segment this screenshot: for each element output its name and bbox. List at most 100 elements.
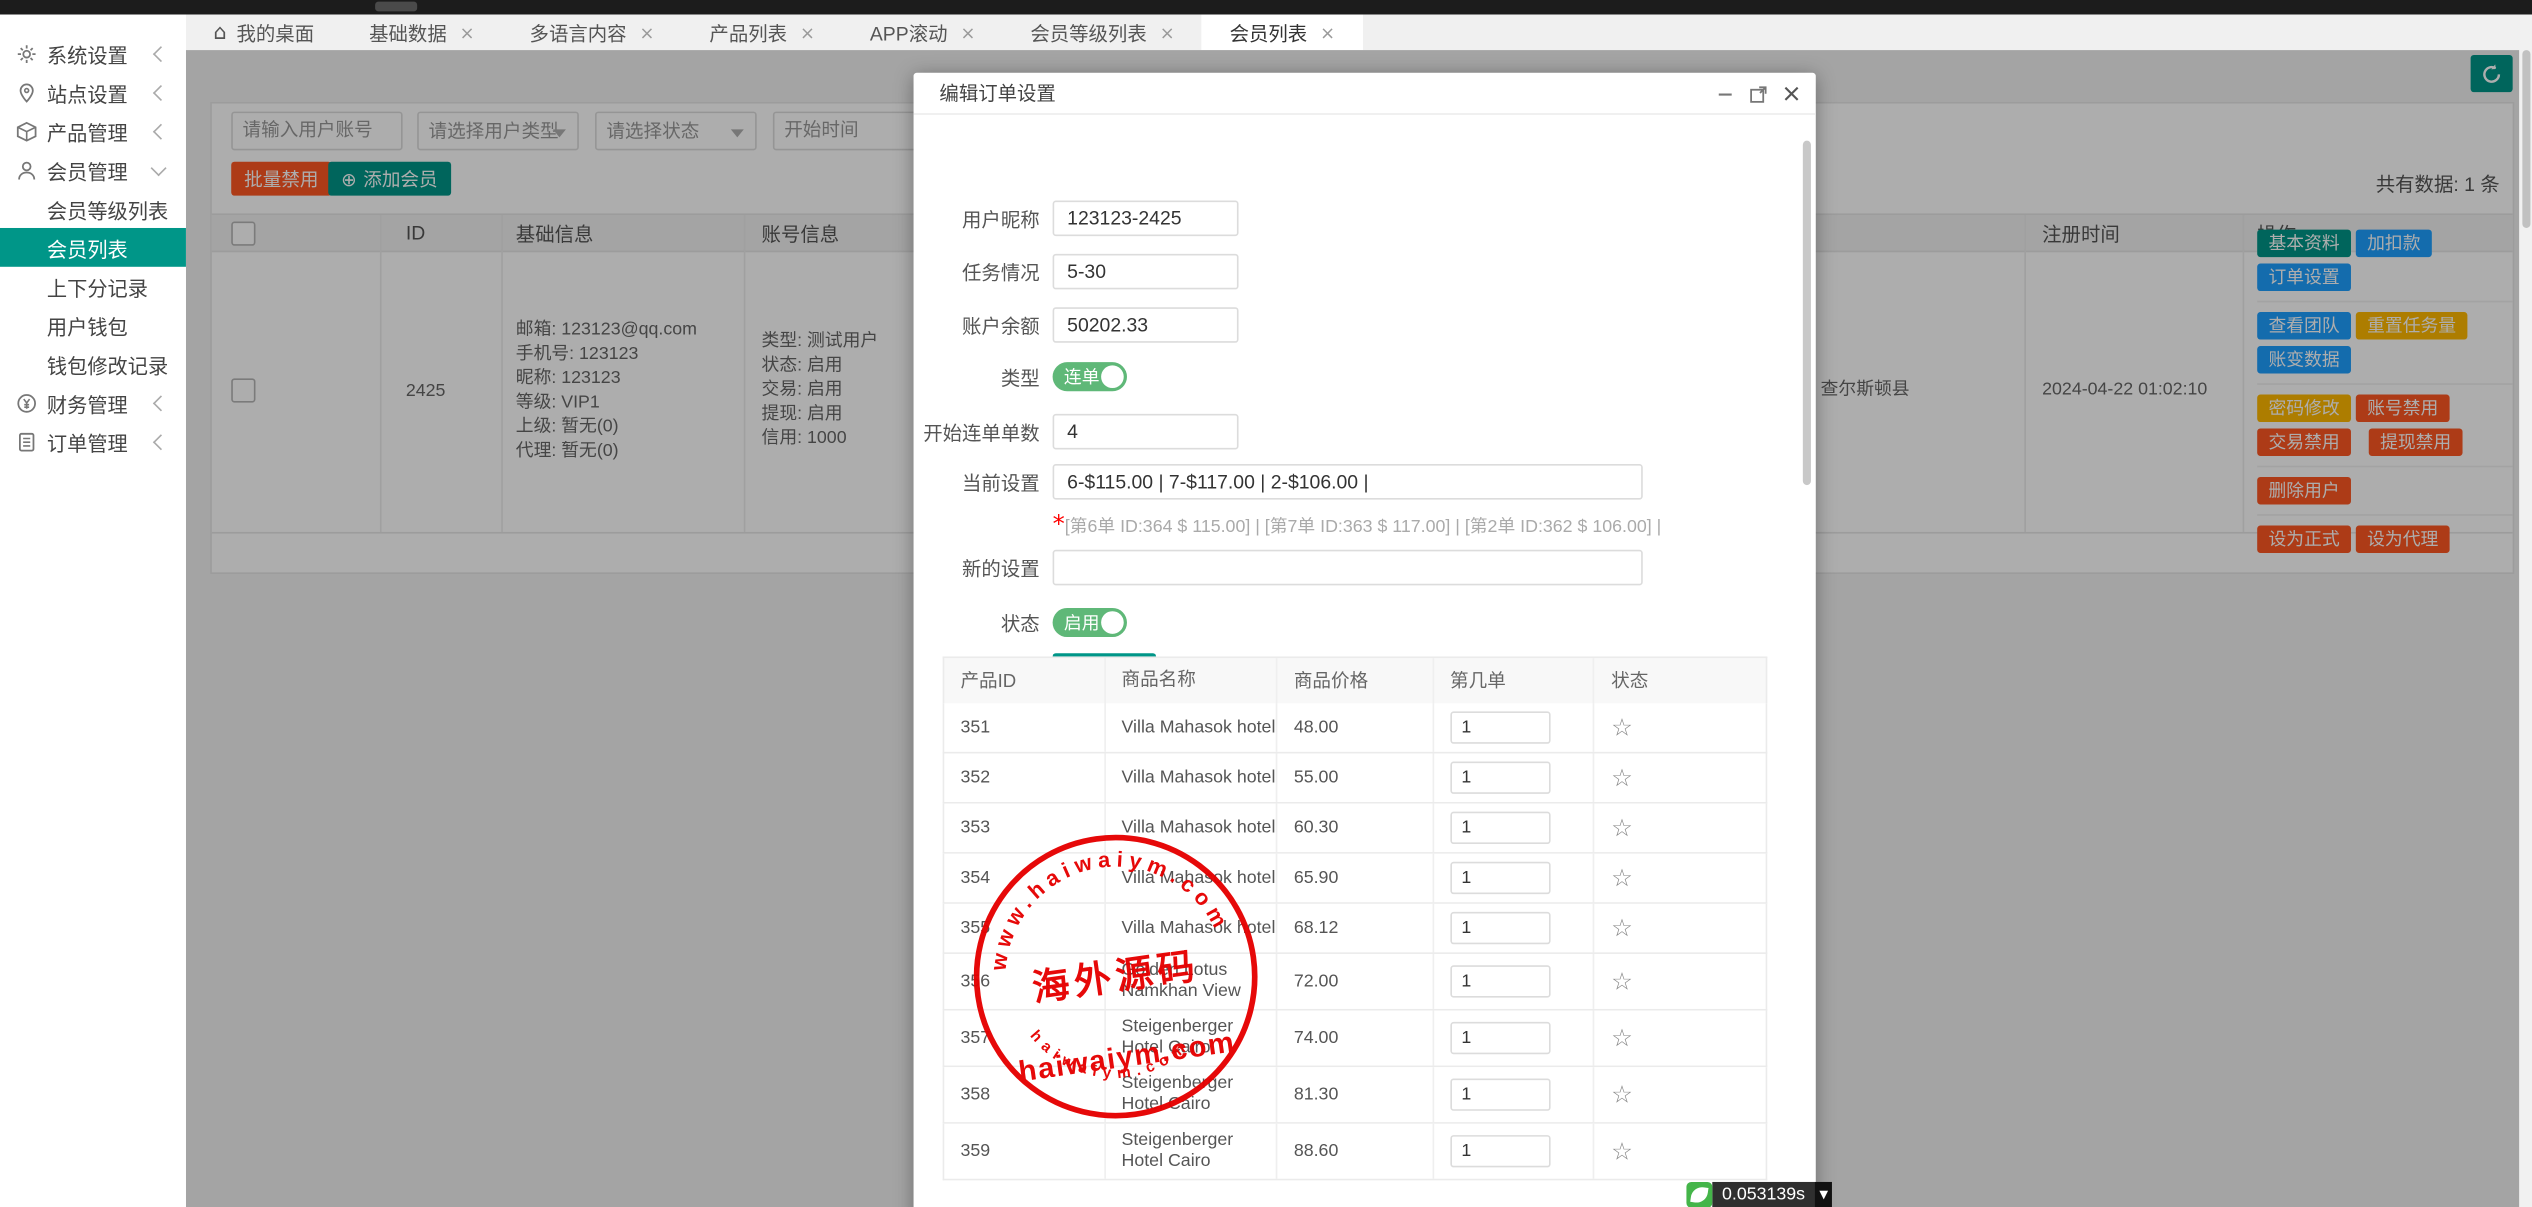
- sidebar-item-label: 订单管理: [47, 426, 128, 457]
- product-id: 356: [944, 954, 1105, 1009]
- hint-text: [第6单 ID:364 $ 115.00] | [第7单 ID:363 $ 11…: [1065, 517, 1662, 536]
- close-icon[interactable]: ×: [640, 22, 655, 43]
- chain-order-toggle[interactable]: 连单: [1053, 362, 1127, 391]
- order-number-input[interactable]: [1450, 1135, 1550, 1167]
- current-setting-label: 当前设置: [914, 468, 1040, 495]
- tab-member-level-list[interactable]: 会员等级列表 ×: [1003, 15, 1202, 51]
- star-icon[interactable]: ☆: [1611, 1137, 1633, 1166]
- list-icon: [16, 431, 37, 452]
- tab-bar: ⌂ 我的桌面 基础数据 × 多语言内容 × 产品列表 × APP滚动 × 会员等…: [186, 15, 2532, 52]
- type-row: 类型 连单: [914, 362, 1127, 391]
- product-id: 354: [944, 854, 1105, 903]
- toggle-knob: [1101, 365, 1124, 388]
- sidebar-item-member-list[interactable]: 会员列表: [0, 228, 186, 267]
- product-table: 产品ID 商品名称 商品价格 第几单 状态 351 Villa Mahasok …: [943, 656, 1768, 1180]
- product-row: 358 Steigenberger Hotel Cairo 81.30 ☆: [943, 1067, 1768, 1124]
- chevron-left-icon: [153, 84, 169, 100]
- sidebar: 系统设置 站点设置 产品管理 会员管理: [0, 15, 186, 1207]
- col-product-name: 商品名称: [1105, 658, 1277, 703]
- sidebar-item-product-management[interactable]: 产品管理: [0, 112, 186, 151]
- sidebar-item-member-management[interactable]: 会员管理: [0, 150, 186, 189]
- tab-label: 产品列表: [709, 19, 787, 46]
- nickname-row: 用户昵称: [914, 200, 1239, 236]
- product-name: Golden Lotus Namkhan View: [1105, 954, 1277, 1009]
- order-number-input[interactable]: [1450, 862, 1550, 894]
- star-icon[interactable]: ☆: [1611, 1023, 1633, 1052]
- tab-multilang-content[interactable]: 多语言内容 ×: [502, 15, 682, 51]
- minimize-icon[interactable]: [1717, 86, 1733, 102]
- caret-down-icon[interactable]: ▼: [1815, 1182, 1833, 1207]
- sidebar-item-system-settings[interactable]: 系统设置: [0, 34, 186, 73]
- balance-label: 账户余额: [914, 311, 1040, 338]
- product-price: 65.90: [1278, 854, 1434, 903]
- sidebar-item-member-level-list[interactable]: 会员等级列表: [0, 189, 186, 228]
- hint-asterisk: *: [1053, 509, 1065, 538]
- tab-basic-data[interactable]: 基础数据 ×: [342, 15, 502, 51]
- new-setting-label: 新的设置: [914, 554, 1040, 581]
- fullscreen-icon[interactable]: [1749, 85, 1767, 103]
- star-icon[interactable]: ☆: [1611, 713, 1633, 742]
- close-icon[interactable]: ×: [800, 22, 815, 43]
- star-icon[interactable]: ☆: [1611, 863, 1633, 892]
- sidebar-item-finance-management[interactable]: 财务管理: [0, 383, 186, 422]
- chevron-left-icon: [153, 395, 169, 411]
- product-price: 72.00: [1278, 954, 1434, 1009]
- close-icon[interactable]: ×: [1320, 22, 1335, 43]
- star-icon[interactable]: ☆: [1611, 967, 1633, 996]
- order-number-input[interactable]: [1450, 912, 1550, 944]
- order-number-input[interactable]: [1450, 1022, 1550, 1054]
- tab-member-list[interactable]: 会员列表 ×: [1202, 15, 1362, 51]
- current-setting-input[interactable]: [1053, 464, 1643, 500]
- status-toggle[interactable]: 启用: [1053, 608, 1127, 637]
- product-name: Villa Mahasok hotel: [1105, 854, 1277, 903]
- star-icon[interactable]: ☆: [1611, 1080, 1633, 1109]
- sidebar-item-user-wallet[interactable]: 用户钱包: [0, 306, 186, 345]
- product-id: 359: [944, 1124, 1105, 1179]
- page-scrollbar-thumb[interactable]: [2522, 50, 2530, 228]
- sidebar-item-label: 会员管理: [47, 154, 128, 185]
- col-product-id: 产品ID: [944, 658, 1105, 703]
- new-setting-row: 新的设置: [914, 550, 1643, 586]
- product-price: 55.00: [1278, 753, 1434, 802]
- tab-label: 多语言内容: [530, 19, 627, 46]
- task-input[interactable]: [1053, 254, 1239, 290]
- star-icon[interactable]: ☆: [1611, 763, 1633, 792]
- order-number-input[interactable]: [1450, 812, 1550, 844]
- product-name: Villa Mahasok hotel: [1105, 904, 1277, 953]
- sidebar-item-label: 财务管理: [47, 387, 128, 418]
- tab-app-scroll[interactable]: APP滚动 ×: [842, 15, 1002, 51]
- nickname-input[interactable]: [1053, 200, 1239, 236]
- order-number-input[interactable]: [1450, 762, 1550, 794]
- star-icon[interactable]: ☆: [1611, 914, 1633, 943]
- product-name: Steigenberger Hotel Cairo: [1105, 1067, 1277, 1122]
- sidebar-item-updown-records[interactable]: 上下分记录: [0, 267, 186, 306]
- status-label: 状态: [914, 609, 1040, 636]
- tab-product-list[interactable]: 产品列表 ×: [682, 15, 842, 51]
- product-row: 359 Steigenberger Hotel Cairo 88.60 ☆: [943, 1124, 1768, 1181]
- sidebar-item-wallet-change-records[interactable]: 钱包修改记录: [0, 344, 186, 383]
- balance-input[interactable]: [1053, 307, 1239, 343]
- close-icon[interactable]: ×: [960, 22, 975, 43]
- task-row: 任务情况: [914, 254, 1239, 290]
- gear-icon: [16, 43, 37, 64]
- order-number-input[interactable]: [1450, 711, 1550, 743]
- product-id: 355: [944, 904, 1105, 953]
- tab-my-desktop[interactable]: ⌂ 我的桌面: [186, 15, 342, 51]
- close-icon[interactable]: ×: [1160, 22, 1175, 43]
- start-count-input[interactable]: [1053, 414, 1239, 450]
- product-row: 351 Villa Mahasok hotel 48.00 ☆: [943, 703, 1768, 753]
- thinkphp-leaf-icon[interactable]: [1686, 1182, 1712, 1207]
- star-icon[interactable]: ☆: [1611, 813, 1633, 842]
- order-number-input[interactable]: [1450, 1078, 1550, 1110]
- sidebar-item-order-management[interactable]: 订单管理: [0, 422, 186, 461]
- page-scrollbar[interactable]: [2519, 15, 2532, 1207]
- sidebar-item-site-settings[interactable]: 站点设置: [0, 73, 186, 112]
- modal-scrollbar-thumb[interactable]: [1803, 141, 1811, 485]
- new-setting-input[interactable]: [1053, 550, 1643, 586]
- close-icon[interactable]: ×: [460, 22, 475, 43]
- product-price: 68.12: [1278, 904, 1434, 953]
- close-icon[interactable]: [1783, 86, 1799, 102]
- col-which-order: 第几单: [1434, 658, 1595, 703]
- sidebar-item-label: 会员列表: [47, 232, 128, 263]
- order-number-input[interactable]: [1450, 965, 1550, 997]
